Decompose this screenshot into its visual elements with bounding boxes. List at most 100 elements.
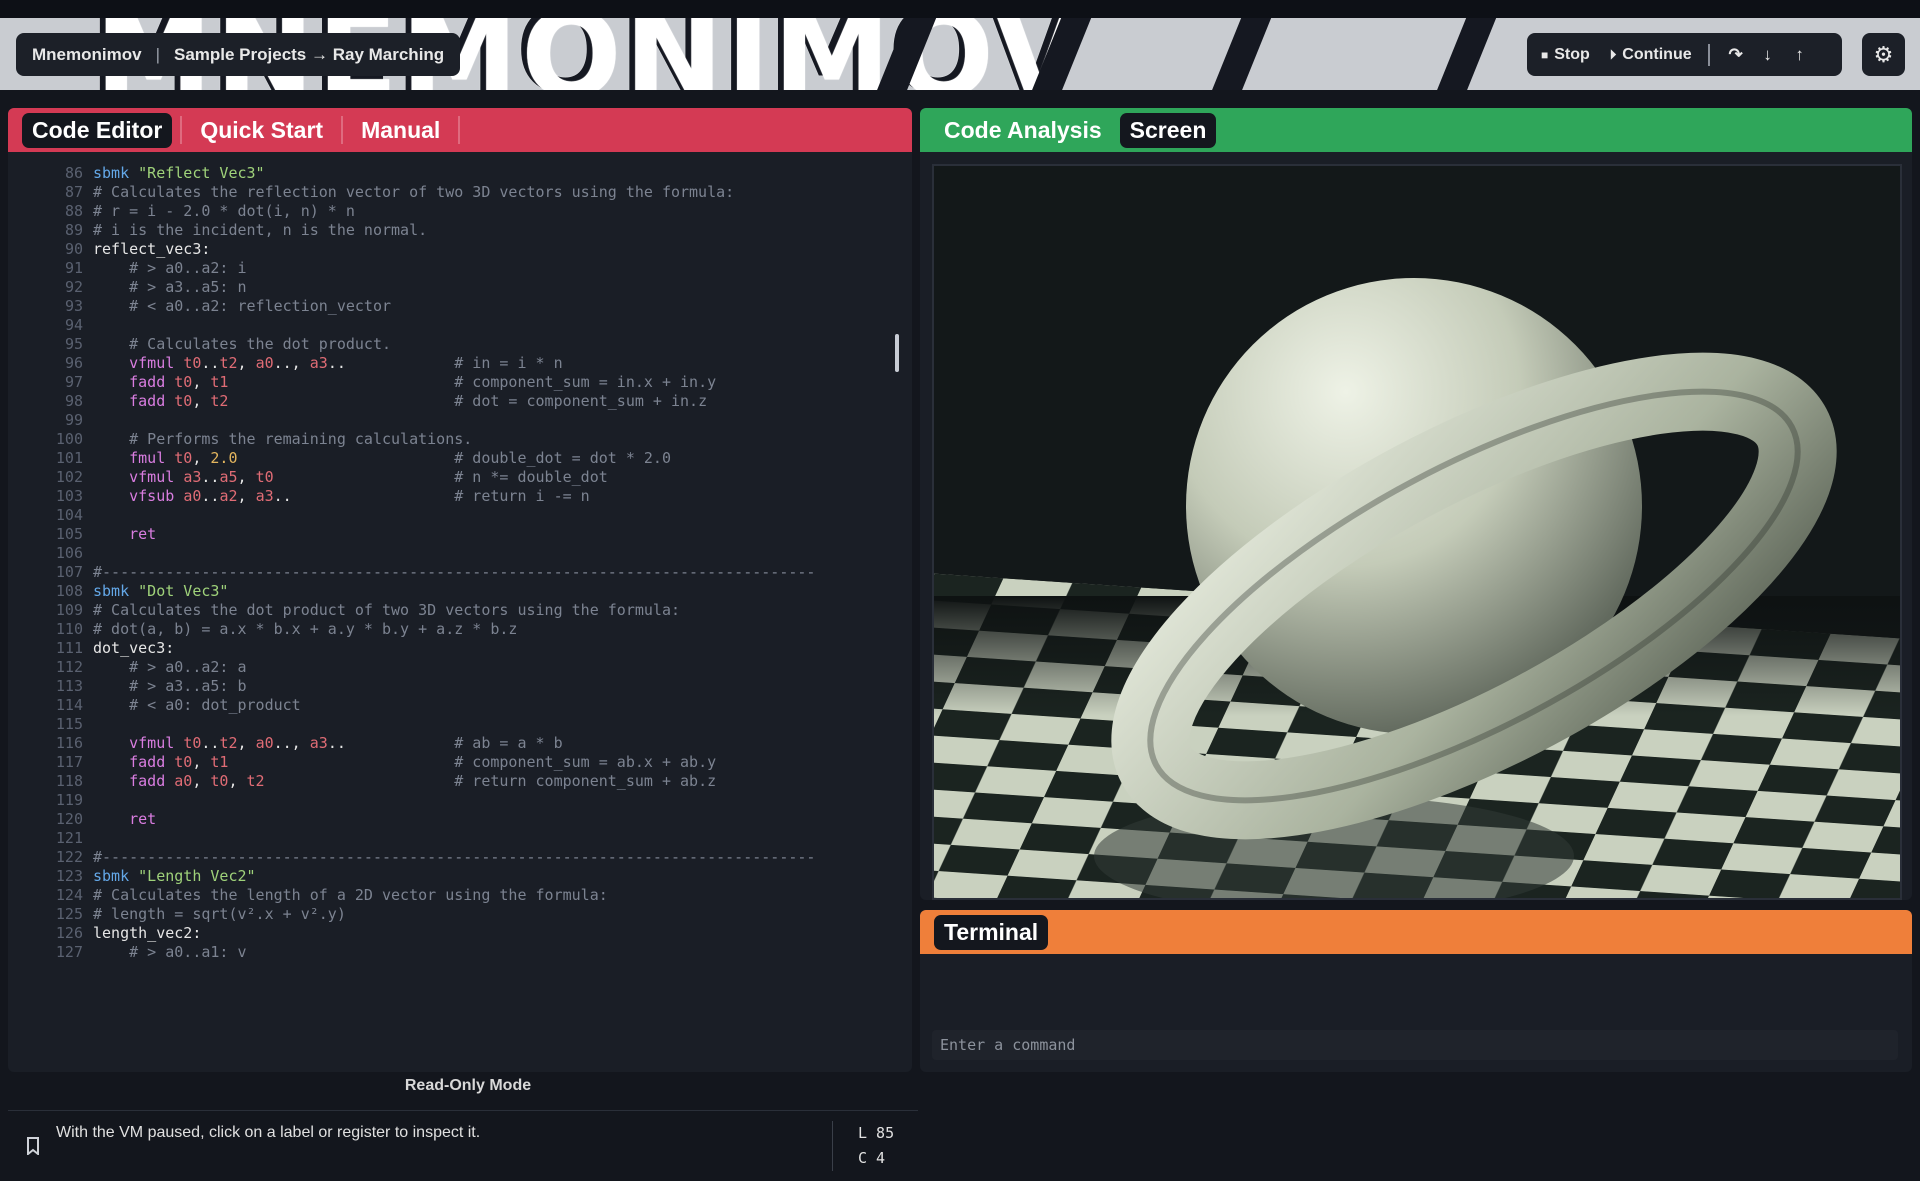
continue-button[interactable]: ⏵ Continue <box>1610 46 1692 64</box>
tab-code-editor[interactable]: Code Editor <box>22 112 173 148</box>
code-line[interactable]: 116 vfmul t0..t2, a0.., a3.. # ab = a * … <box>8 734 888 753</box>
settings-button[interactable]: ⚙ <box>1862 33 1905 76</box>
line-text: # Performs the remaining calculations. <box>129 430 473 448</box>
terminal-input[interactable] <box>932 1030 1898 1060</box>
terminal-panel: Terminal <box>920 910 1912 1072</box>
line-number: 120 <box>55 810 83 828</box>
code-line[interactable]: 124 # Calculates the length of a 2D vecto… <box>8 886 888 905</box>
line-number: 93 <box>64 297 83 315</box>
code-line[interactable]: 114 # < a0: dot_product <box>8 696 888 715</box>
code-line[interactable]: 107 #------------------------------------… <box>8 563 888 582</box>
analysis-tab-bar: Code Analysis Screen <box>920 108 1912 152</box>
code-line[interactable]: 117 fadd t0, t1 # component_sum = ab.x +… <box>8 753 888 772</box>
line-number: 90 <box>64 240 83 258</box>
code-line[interactable]: 122 #------------------------------------… <box>8 848 888 867</box>
code-line[interactable]: 111 dot_vec3: <box>8 639 888 658</box>
breadcrumb-app[interactable]: Mnemonimov <box>32 45 142 65</box>
line-indicator: L 85 <box>858 1124 895 1142</box>
line-number: 98 <box>64 392 83 410</box>
tab-screen[interactable]: Screen <box>1119 112 1217 148</box>
line-text: ret <box>129 525 157 543</box>
inspect-hint: With the VM paused, click on a label or … <box>56 1124 481 1141</box>
line-text: # Calculates the length of a 2D vector u… <box>93 886 608 904</box>
code-line[interactable]: 118 fadd a0, t0, t2 # return component_s… <box>8 772 888 791</box>
stop-button[interactable]: ■ Stop <box>1541 46 1590 64</box>
code-line[interactable]: 103 vfsub a0..a2, a3.. # return i -= n <box>8 487 888 506</box>
line-number: 125 <box>55 905 83 923</box>
code-line[interactable]: 96 vfmul t0..t2, a0.., a3.. # in = i * n <box>8 354 888 373</box>
code-line[interactable]: 93 # < a0..a2: reflection_vector <box>8 297 888 316</box>
line-number: 95 <box>64 335 83 353</box>
step-over-icon[interactable]: ↷ <box>1724 45 1748 65</box>
code-line[interactable]: 98 fadd t0, t2 # dot = component_sum + i… <box>8 392 888 411</box>
code-line[interactable]: 94 <box>8 316 888 335</box>
code-line[interactable]: 87 # Calculates the reflection vector of … <box>8 183 888 202</box>
bookmark-icon[interactable] <box>26 1137 40 1160</box>
title-strip <box>0 0 1920 18</box>
code-line[interactable]: 90 reflect_vec3: <box>8 240 888 259</box>
line-text: length_vec2: <box>93 924 202 942</box>
step-out-icon[interactable]: ↑ <box>1788 45 1812 65</box>
line-text: fadd t0, t1 # component_sum = in.x + in.… <box>129 373 717 391</box>
code-line[interactable]: 109 # Calculates the dot product of two 3… <box>8 601 888 620</box>
tab-divider <box>180 116 183 144</box>
line-text: # > a0..a2: a <box>129 658 247 676</box>
code-line[interactable]: 104 <box>8 506 888 525</box>
tab-manual[interactable]: Manual <box>351 113 450 148</box>
tab-terminal[interactable]: Terminal <box>934 914 1049 950</box>
line-number: 117 <box>55 753 83 771</box>
code-line[interactable]: 105 ret <box>8 525 888 544</box>
code-line[interactable]: 97 fadd t0, t1 # component_sum = in.x + … <box>8 373 888 392</box>
code-line[interactable]: 126 length_vec2: <box>8 924 888 943</box>
line-number: 91 <box>64 259 83 277</box>
editor-status-bar: With the VM paused, click on a label or … <box>8 1110 918 1181</box>
line-text: fadd t0, t2 # dot = component_sum + in.z <box>129 392 708 410</box>
line-text: vfmul a3..a5, t0 # n *= double_dot <box>129 468 608 486</box>
tab-code-analysis[interactable]: Code Analysis <box>934 113 1112 148</box>
code-line[interactable]: 113 # > a3..a5: b <box>8 677 888 696</box>
tab-quick-start[interactable]: Quick Start <box>190 113 333 148</box>
code-line[interactable]: 112 # > a0..a2: a <box>8 658 888 677</box>
code-line[interactable]: 101 fmul t0, 2.0 # double_dot = dot * 2.… <box>8 449 888 468</box>
line-number: 108 <box>55 582 83 600</box>
breadcrumb-separator: | <box>155 44 160 64</box>
code-line[interactable]: 92 # > a3..a5: n <box>8 278 888 297</box>
code-line[interactable]: 123 sbmk "Length Vec2" <box>8 867 888 886</box>
line-number: 99 <box>64 411 83 429</box>
code-line[interactable]: 121 <box>8 829 888 848</box>
line-text: sbmk "Length Vec2" <box>93 867 256 885</box>
code-line[interactable]: 127 # > a0..a1: v <box>8 943 888 962</box>
code-line[interactable]: 91 # > a0..a2: i <box>8 259 888 278</box>
line-text: vfsub a0..a2, a3.. # return i -= n <box>129 487 590 505</box>
code-line[interactable]: 108 sbmk "Dot Vec3" <box>8 582 888 601</box>
code-line[interactable]: 95 # Calculates the dot product. <box>8 335 888 354</box>
code-line[interactable]: 125 # length = sqrt(v².x + v².y) <box>8 905 888 924</box>
line-text: # dot(a, b) = a.x * b.x + a.y * b.y + a.… <box>93 620 518 638</box>
continue-label: Continue <box>1622 45 1692 63</box>
code-line[interactable]: 89 # i is the incident, n is the normal. <box>8 221 888 240</box>
line-number: 103 <box>55 487 83 505</box>
code-line[interactable]: 110 # dot(a, b) = a.x * b.x + a.y * b.y +… <box>8 620 888 639</box>
editor-scrollbar[interactable] <box>895 334 899 372</box>
line-number: 89 <box>64 221 83 239</box>
stop-icon: ■ <box>1541 47 1549 62</box>
code-line[interactable]: 102 vfmul a3..a5, t0 # n *= double_dot <box>8 468 888 487</box>
line-number: 122 <box>55 848 83 866</box>
breadcrumb-project[interactable]: Sample Projects → Ray Marching <box>174 45 444 65</box>
code-line[interactable]: 99 <box>8 411 888 430</box>
line-text: dot_vec3: <box>93 639 175 657</box>
code-line[interactable]: 86 sbmk "Reflect Vec3" <box>8 164 888 183</box>
code-line[interactable]: 119 <box>8 791 888 810</box>
code-view[interactable]: 86 sbmk "Reflect Vec3" 87 # Calculates the … <box>8 164 888 1068</box>
step-into-icon[interactable]: ↓ <box>1756 45 1780 65</box>
code-line[interactable]: 120 ret <box>8 810 888 829</box>
line-number: 101 <box>55 449 83 467</box>
code-line[interactable]: 115 <box>8 715 888 734</box>
code-line[interactable]: 100 # Performs the remaining calculation… <box>8 430 888 449</box>
tab-divider <box>341 116 344 144</box>
breadcrumb: Mnemonimov | Sample Projects → Ray March… <box>16 33 461 76</box>
banner-stripe <box>1204 18 1276 90</box>
code-line[interactable]: 106 <box>8 544 888 563</box>
code-line[interactable]: 88 # r = i - 2.0 * dot(i, n) * n <box>8 202 888 221</box>
line-number: 123 <box>55 867 83 885</box>
